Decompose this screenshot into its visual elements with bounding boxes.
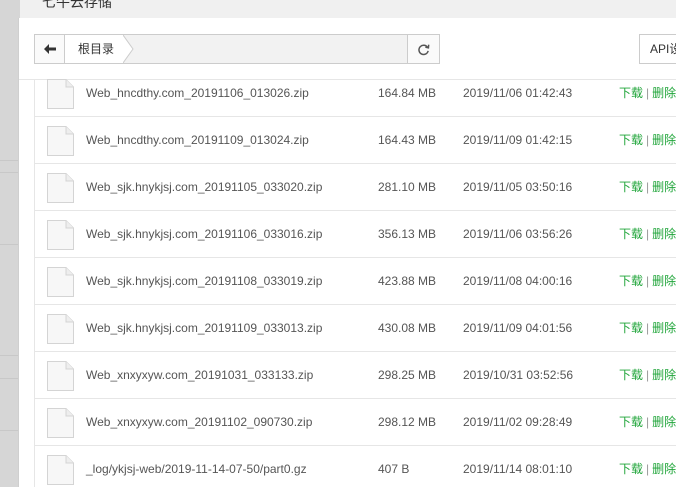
table-row: Web_hncdthy.com_20191106_013026.zip 164.8…: [35, 70, 676, 117]
file-actions: 下载 | 删除: [619, 446, 676, 487]
file-list: Web_hncdthy.com_20191106_013026.zip 164.8…: [34, 79, 676, 487]
action-separator: |: [646, 227, 650, 241]
delete-link[interactable]: 删除: [652, 133, 676, 147]
delete-link[interactable]: 删除: [652, 180, 676, 194]
download-link[interactable]: 下载: [619, 321, 643, 335]
file-actions: 下载 | 删除: [619, 211, 676, 258]
table-row: Web_hncdthy.com_20191109_013024.zip 164.4…: [35, 117, 676, 164]
file-name[interactable]: Web_xnxyxyw.com_20191102_090730.zip: [86, 399, 312, 446]
download-link[interactable]: 下载: [619, 274, 643, 288]
download-link[interactable]: 下载: [619, 462, 643, 476]
file-size: 281.10 MB: [378, 180, 437, 194]
file-size: 407 B: [378, 462, 410, 476]
refresh-icon: [418, 44, 430, 55]
action-separator: |: [646, 462, 650, 476]
action-separator: |: [646, 180, 650, 194]
breadcrumb-chevron-icon: [123, 35, 134, 63]
file-time: 2019/11/05 03:50:16: [463, 180, 573, 194]
file-size: 298.25 MB: [378, 368, 437, 382]
table-row: _log/ykjsj-web/2019-11-14-07-50/part0.gz…: [35, 446, 676, 487]
file-icon: [47, 314, 74, 344]
action-separator: |: [646, 321, 650, 335]
back-button[interactable]: [35, 35, 65, 63]
table-row: Web_sjk.hnykjsj.com_20191106_033016.zip 3…: [35, 211, 676, 258]
file-time: 2019/11/02 09:28:49: [463, 415, 573, 429]
table-row: Web_sjk.hnykjsj.com_20191109_033013.zip 4…: [35, 305, 676, 352]
dialog-title: 七牛云存储: [42, 0, 112, 10]
delete-link[interactable]: 删除: [652, 321, 676, 335]
file-icon: [47, 408, 74, 438]
delete-link[interactable]: 删除: [652, 274, 676, 288]
file-time: 2019/11/09 04:01:56: [463, 321, 573, 335]
file-name[interactable]: Web_xnxyxyw.com_20191031_033133.zip: [86, 352, 313, 399]
download-link[interactable]: 下载: [619, 368, 643, 382]
file-icon: [47, 220, 74, 250]
file-size: 430.08 MB: [378, 321, 437, 335]
action-separator: |: [646, 86, 650, 100]
download-link[interactable]: 下载: [619, 86, 643, 100]
file-name[interactable]: Web_sjk.hnykjsj.com_20191106_033016.zip: [86, 211, 322, 258]
file-size: 164.84 MB: [378, 86, 437, 100]
file-time: 2019/11/08 04:00:16: [463, 274, 573, 288]
file-actions: 下载 | 删除: [619, 305, 676, 352]
delete-link[interactable]: 删除: [652, 368, 676, 382]
file-time: 2019/11/09 01:42:15: [463, 133, 573, 147]
action-separator: |: [646, 415, 650, 429]
file-time: 2019/11/14 08:01:10: [463, 462, 573, 476]
file-actions: 下载 | 删除: [619, 70, 676, 117]
file-icon: [47, 361, 74, 391]
backdrop-divider: [0, 430, 20, 431]
file-size: 298.12 MB: [378, 415, 437, 429]
breadcrumb-root[interactable]: 根目录: [65, 35, 125, 63]
file-time: 2019/11/06 01:42:43: [463, 86, 573, 100]
table-row: Web_sjk.hnykjsj.com_20191108_033019.zip 4…: [35, 258, 676, 305]
download-link[interactable]: 下载: [619, 415, 643, 429]
file-name[interactable]: Web_sjk.hnykjsj.com_20191105_033020.zip: [86, 164, 322, 211]
delete-link[interactable]: 删除: [652, 415, 676, 429]
file-size: 164.43 MB: [378, 133, 437, 147]
action-separator: |: [646, 274, 650, 288]
delete-link[interactable]: 删除: [652, 462, 676, 476]
arrow-left-icon: [43, 44, 56, 54]
file-time: 2019/11/06 03:56:26: [463, 227, 573, 241]
download-link[interactable]: 下载: [619, 227, 643, 241]
file-name[interactable]: Web_hncdthy.com_20191109_013024.zip: [86, 117, 309, 164]
backdrop-divider: [0, 244, 20, 245]
backdrop-divider: [0, 378, 20, 379]
dialog-title-bar: 七牛云存储: [20, 0, 676, 18]
action-separator: |: [646, 368, 650, 382]
file-time: 2019/10/31 03:52:56: [463, 368, 574, 382]
file-name[interactable]: Web_sjk.hnykjsj.com_20191109_033013.zip: [86, 305, 322, 352]
file-name[interactable]: Web_sjk.hnykjsj.com_20191108_033019.zip: [86, 258, 322, 305]
file-icon: [47, 173, 74, 203]
download-link[interactable]: 下载: [619, 133, 643, 147]
storage-dialog: 根目录 API设 Web_hncdthy.com_20191106_013026…: [18, 18, 676, 487]
file-icon: [47, 79, 74, 109]
file-icon: [47, 455, 74, 485]
backdrop-divider: [0, 355, 20, 356]
delete-link[interactable]: 删除: [652, 227, 676, 241]
file-name[interactable]: _log/ykjsj-web/2019-11-14-07-50/part0.gz: [86, 446, 307, 487]
table-row: Web_sjk.hnykjsj.com_20191105_033020.zip 2…: [35, 164, 676, 211]
table-row: Web_xnxyxyw.com_20191031_033133.zip 298.2…: [35, 352, 676, 399]
file-size: 423.88 MB: [378, 274, 437, 288]
action-separator: |: [646, 133, 650, 147]
file-actions: 下载 | 删除: [619, 399, 676, 446]
backdrop-divider: [0, 160, 20, 161]
file-icon: [47, 126, 74, 156]
delete-link[interactable]: 删除: [652, 86, 676, 100]
file-actions: 下载 | 删除: [619, 117, 676, 164]
file-actions: 下载 | 删除: [619, 352, 676, 399]
file-name[interactable]: Web_hncdthy.com_20191106_013026.zip: [86, 70, 309, 117]
file-size: 356.13 MB: [378, 227, 437, 241]
file-icon: [47, 267, 74, 297]
backdrop-divider: [0, 172, 20, 173]
path-navigator: 根目录: [34, 34, 440, 64]
file-actions: 下载 | 删除: [619, 164, 676, 211]
refresh-button[interactable]: [407, 35, 439, 63]
download-link[interactable]: 下载: [619, 180, 643, 194]
table-row: Web_xnxyxyw.com_20191102_090730.zip 298.1…: [35, 399, 676, 446]
file-actions: 下载 | 删除: [619, 258, 676, 305]
api-settings-button[interactable]: API设: [639, 34, 676, 64]
